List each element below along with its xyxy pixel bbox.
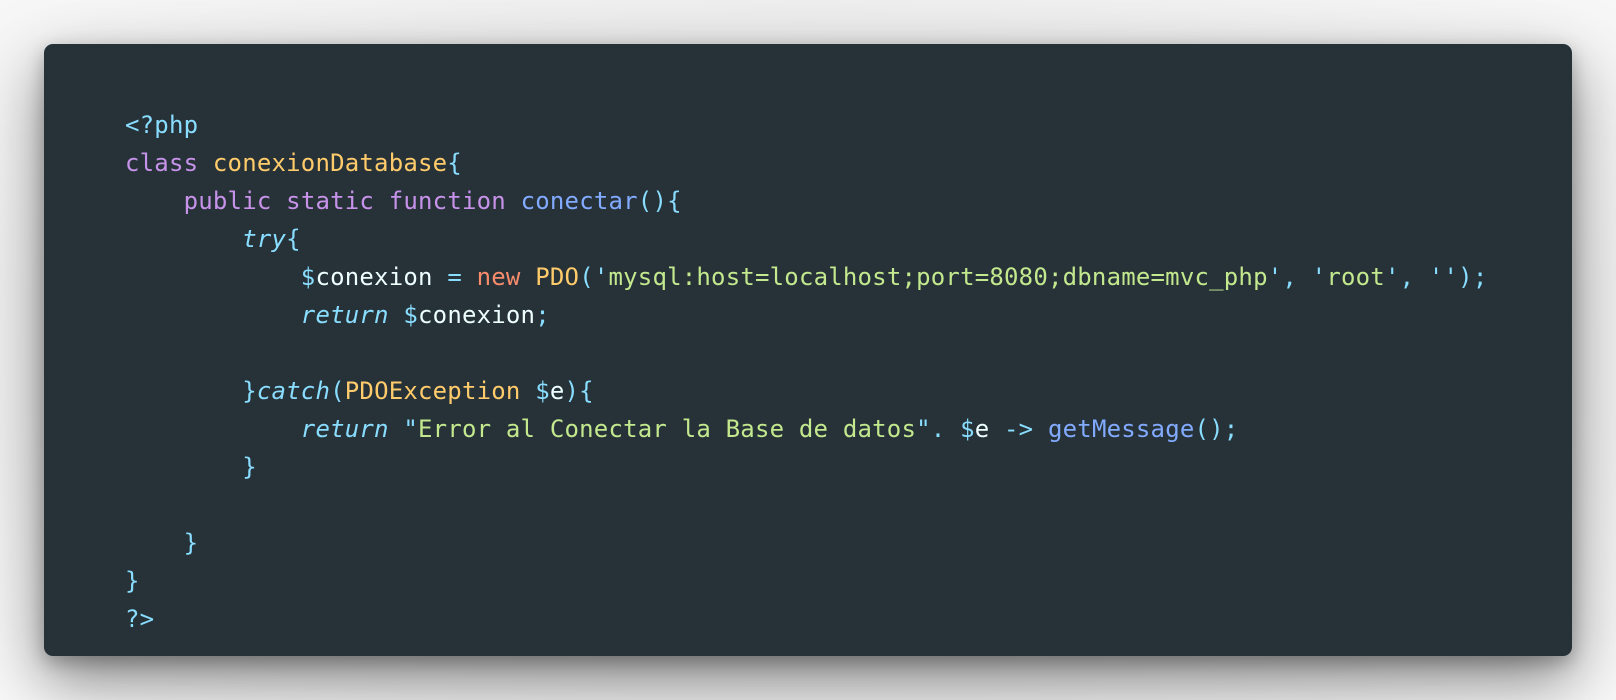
code-token-kw: class <box>125 149 199 177</box>
code-line: ?> <box>125 600 1572 638</box>
code-token-punc: -> <box>1004 415 1034 443</box>
code-token-punc: (); <box>1194 415 1239 443</box>
code-line: return "Error al Conectar la Base de dat… <box>125 410 1572 448</box>
code-token-punc: } <box>242 377 257 405</box>
code-token-punc: { <box>447 149 462 177</box>
code-token-var: conexion <box>418 301 536 329</box>
code-line: <?php <box>125 106 1572 144</box>
code-token-ctrl: catch <box>256 377 331 405</box>
code-line: ​ <box>125 334 1572 372</box>
code-line: } <box>125 524 1572 562</box>
code-token-class: PDO <box>535 263 580 291</box>
code-token-punc: $ <box>300 263 316 291</box>
code-token-punc: { <box>286 225 301 253</box>
code-token-str: mysql:host=localhost;port=8080;dbname=mv… <box>608 263 1268 291</box>
code-token-var: e <box>974 415 990 443</box>
code-line: class conexionDatabase{ <box>125 144 1572 182</box>
code-token-punc: (' <box>579 263 609 291</box>
code-line: return $conexion; <box>125 296 1572 334</box>
code-token-class: conexionDatabase <box>212 149 448 177</box>
code-token-punc: $ <box>403 301 419 329</box>
code-token-punc: ". <box>916 415 946 443</box>
code-token-punc: ){ <box>564 377 594 405</box>
code-line: try{ <box>125 220 1572 258</box>
code-line: } <box>125 448 1572 486</box>
code-line: public static function conectar(){ <box>125 182 1572 220</box>
code-token-fn: getMessage <box>1048 415 1195 443</box>
code-token-ctrl: return <box>300 301 389 329</box>
code-token-punc: = <box>447 263 462 291</box>
code-token-punc: " <box>403 415 419 443</box>
code-token-kw: function <box>388 187 506 215</box>
code-token-punc: (){ <box>637 187 682 215</box>
code-token-punc: } <box>125 567 140 595</box>
code-token-punc: ?> <box>125 605 155 633</box>
code-token-punc: ', ''); <box>1384 263 1488 291</box>
code-token-punc: ', ' <box>1267 263 1327 291</box>
code-snippet-card: <?php class conexionDatabase{ public stat… <box>44 44 1572 656</box>
code-token-kw: public <box>183 187 272 215</box>
code-token-class: PDOException <box>344 377 521 405</box>
code-token-punc: ; <box>535 301 550 329</box>
code-token-ctrl: try <box>242 225 287 253</box>
code-line: } <box>125 562 1572 600</box>
code-token-new: new <box>476 263 521 291</box>
code-token-punc: ( <box>330 377 345 405</box>
code-token-fn: conectar <box>520 187 638 215</box>
code-line: ​ <box>125 486 1572 524</box>
code-token-punc: <?php <box>125 111 199 139</box>
code-token-kw: static <box>286 187 375 215</box>
code-token-punc: } <box>183 529 199 557</box>
code-token-punc: $ <box>960 415 975 443</box>
code-block[interactable]: <?php class conexionDatabase{ public stat… <box>125 111 1572 656</box>
code-token-punc: $ <box>535 377 550 405</box>
code-token-ctrl: return <box>300 415 389 443</box>
code-token-var: e <box>549 377 565 405</box>
code-token-str: root <box>1326 263 1385 291</box>
code-line: }catch(PDOException $e){ <box>125 372 1572 410</box>
code-token-str: Error al Conectar la Base de datos <box>418 415 917 443</box>
code-line: $conexion = new PDO('mysql:host=localhos… <box>125 258 1572 296</box>
code-token-punc: } <box>242 453 257 481</box>
code-token-var: conexion <box>315 263 433 291</box>
